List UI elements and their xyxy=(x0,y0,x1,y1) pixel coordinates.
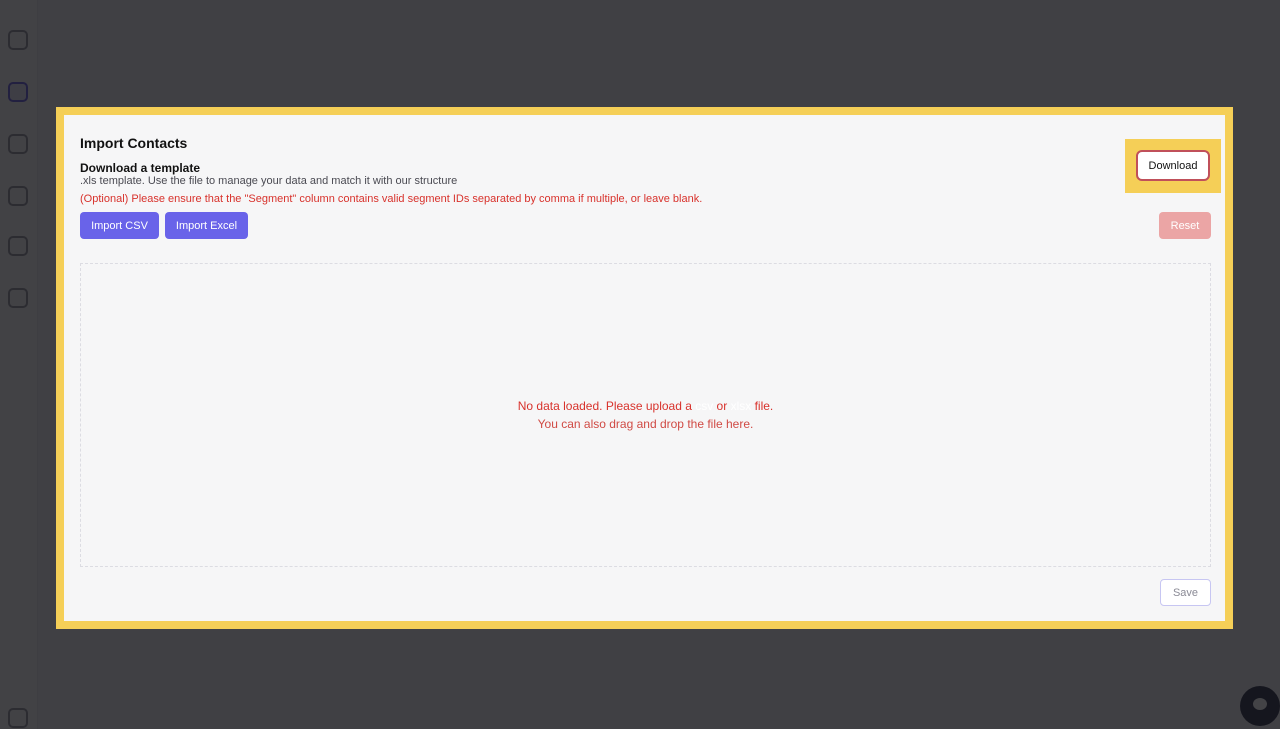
import-contacts-modal: Import Contacts Download a template .xls… xyxy=(56,107,1233,629)
drag-drop-hint: You can also drag and drop the file here… xyxy=(537,417,754,431)
empty-message-or: or xyxy=(713,399,731,413)
reset-button[interactable]: Reset xyxy=(1159,212,1211,239)
import-excel-button[interactable]: Import Excel xyxy=(165,212,248,239)
template-heading: Download a template xyxy=(80,161,201,175)
empty-message-end: file. xyxy=(751,399,774,413)
import-csv-button[interactable]: Import CSV xyxy=(80,212,159,239)
modal-title: Import Contacts xyxy=(80,135,188,151)
xlsx-link[interactable]: xlsx xyxy=(731,399,752,413)
file-dropzone[interactable]: No data loaded. Please upload a csv or x… xyxy=(80,263,1211,567)
template-description: .xls template. Use the file to manage yo… xyxy=(80,175,458,187)
csv-link[interactable]: csv xyxy=(695,399,713,413)
download-highlight: Download xyxy=(1125,139,1221,193)
empty-message: No data loaded. Please upload a csv or x… xyxy=(81,399,1210,413)
segment-note: (Optional) Please ensure that the "Segme… xyxy=(80,193,703,205)
modal-body: Import Contacts Download a template .xls… xyxy=(64,115,1225,621)
download-button[interactable]: Download xyxy=(1136,150,1210,181)
empty-message-text: No data loaded. Please upload a xyxy=(517,399,696,413)
save-button[interactable]: Save xyxy=(1160,579,1211,606)
